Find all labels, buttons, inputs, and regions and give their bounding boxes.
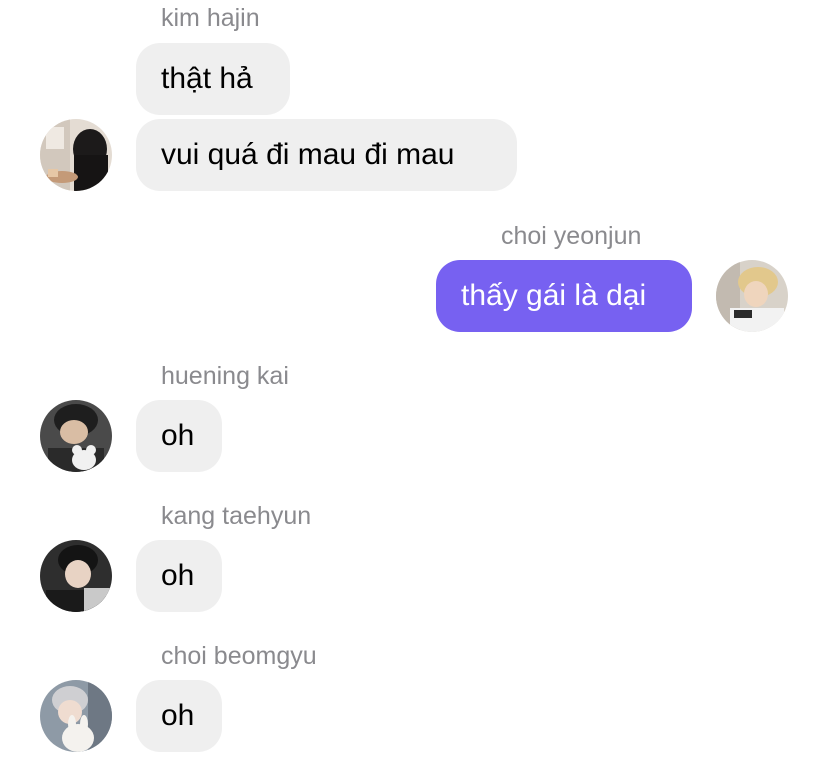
avatar-photo	[40, 540, 112, 612]
message-bubble[interactable]: thấy gái là dại	[436, 260, 692, 332]
sender-name: choi beomgyu	[161, 642, 317, 670]
message-bubble[interactable]: oh	[136, 400, 222, 472]
message-bubble[interactable]: oh	[136, 540, 222, 612]
message-bubble[interactable]: oh	[136, 680, 222, 752]
avatar-choi-beomgyu[interactable]	[40, 680, 112, 752]
message-bubble[interactable]: thật hả	[136, 43, 290, 115]
sender-name: kang taehyun	[161, 502, 312, 530]
avatar-kang-taehyun[interactable]	[40, 540, 112, 612]
sender-name: kim hajin	[161, 4, 260, 32]
avatar-photo	[716, 260, 788, 332]
avatar-huening-kai[interactable]	[40, 400, 112, 472]
avatar-photo	[40, 119, 112, 191]
sender-name: choi yeonjun	[501, 222, 642, 250]
message-bubble[interactable]: vui quá đi mau đi mau	[136, 119, 517, 191]
chat-view: { "messages": [ {"sender": "kim hajin", …	[0, 0, 828, 765]
avatar-photo	[40, 400, 112, 472]
sender-name: huening kai	[161, 362, 289, 390]
avatar-kim-hajin[interactable]	[40, 119, 112, 191]
avatar-photo	[40, 680, 112, 752]
avatar-choi-yeonjun[interactable]	[716, 260, 788, 332]
